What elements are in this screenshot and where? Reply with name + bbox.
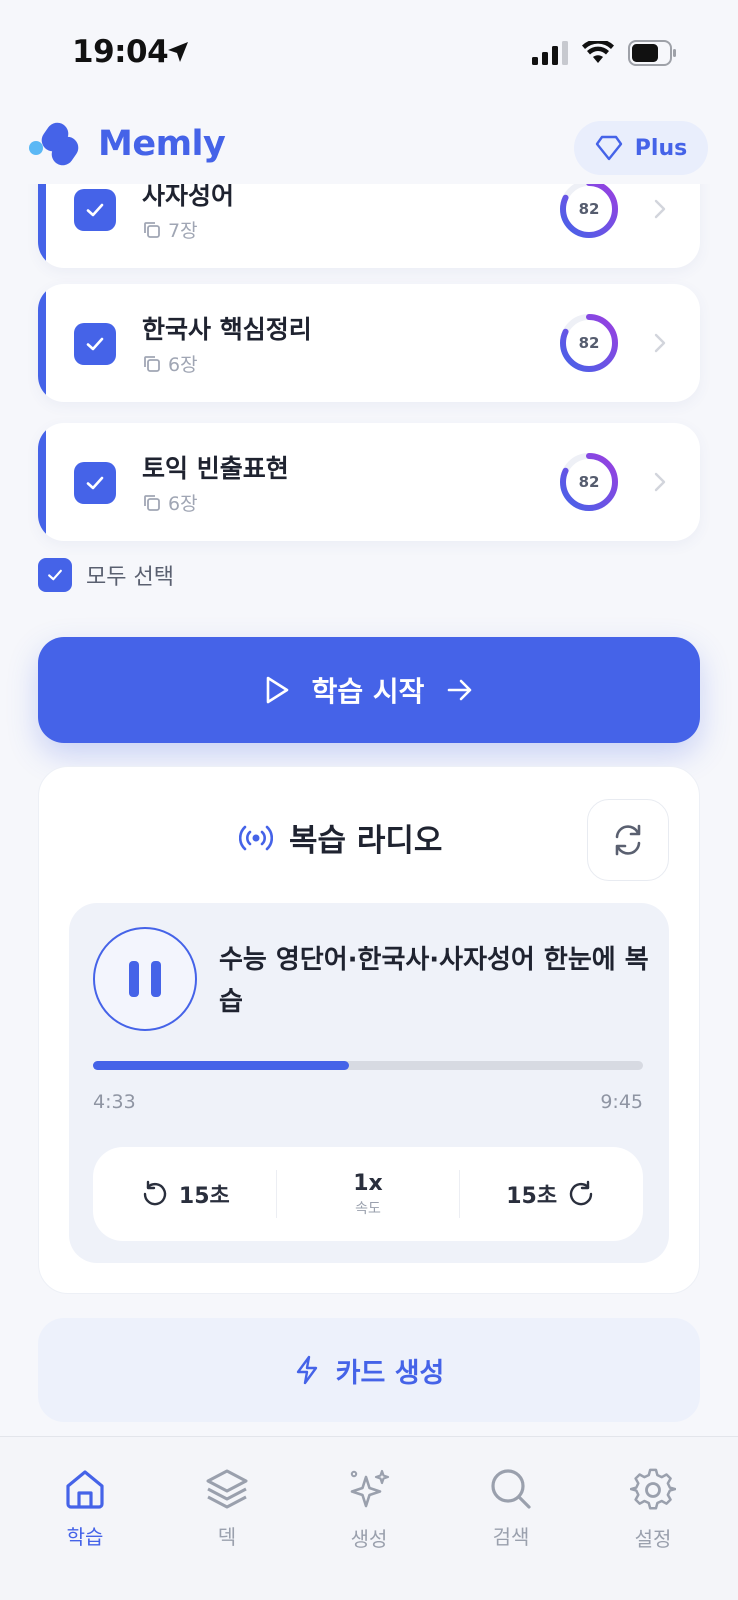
rewind-button[interactable]: 15초 xyxy=(93,1147,276,1241)
deck-title: 토익 빈출표현 xyxy=(142,454,289,483)
radio-title: 복습 라디오 xyxy=(289,823,443,859)
deck-card[interactable]: 한국사 핵심정리 6장 82 xyxy=(38,284,700,402)
progress-fill xyxy=(93,1061,350,1070)
play-icon xyxy=(266,676,288,704)
signal-icon xyxy=(532,41,568,65)
copy-icon xyxy=(144,494,160,511)
copy-icon xyxy=(144,355,160,372)
generate-card-label: 카드 생성 xyxy=(335,1357,445,1389)
review-radio-panel: 복습 라디오 수능 영단어·한국사·사자성어 한눈에 복습 4:33 9:45 xyxy=(38,766,700,1294)
deck-count-label: 7장 xyxy=(168,220,198,242)
status-icons xyxy=(532,40,678,66)
audio-player: 수능 영단어·한국사·사자성어 한눈에 복습 4:33 9:45 15초 1x … xyxy=(69,903,669,1263)
location-arrow-icon xyxy=(168,42,188,62)
check-icon xyxy=(86,476,104,490)
deck-card-count: 6장 xyxy=(142,350,198,377)
total-time: 9:45 xyxy=(600,1091,643,1113)
deck-checkbox[interactable] xyxy=(74,189,116,231)
speed-label: 속도 xyxy=(355,1200,381,1217)
tab-bar: 학습 덱 생성 검색 설정 xyxy=(0,1436,738,1600)
select-all-toggle[interactable]: 모두 선택 xyxy=(38,558,174,592)
tab-settings[interactable]: 설정 xyxy=(593,1437,713,1600)
status-time: 19:04 xyxy=(72,34,169,70)
playback-controls: 15초 1x 속도 15초 xyxy=(93,1147,643,1241)
track-title: 수능 영단어·한국사·사자성어 한눈에 복습 xyxy=(219,945,649,1017)
tab-label: 덱 xyxy=(217,1525,237,1549)
tab-label: 검색 xyxy=(492,1525,530,1549)
select-all-label: 모두 선택 xyxy=(86,565,174,590)
plus-label: Plus xyxy=(634,135,688,161)
deck-title: 한국사 핵심정리 xyxy=(142,315,312,344)
arrow-right-icon xyxy=(448,679,472,701)
deck-card-count: 6장 xyxy=(142,489,198,516)
deck-card-count: 7장 xyxy=(142,216,198,243)
layers-icon xyxy=(206,1469,248,1509)
speed-value: 1x xyxy=(353,1170,383,1196)
logo-text: Memly xyxy=(98,124,226,164)
tab-label: 설정 xyxy=(634,1527,672,1551)
refresh-button[interactable] xyxy=(587,799,669,881)
sparkles-icon xyxy=(350,1469,390,1508)
pause-icon xyxy=(129,961,139,997)
check-icon xyxy=(86,337,104,351)
forward-label: 15초 xyxy=(506,1184,558,1209)
lightning-icon xyxy=(296,1355,317,1385)
tab-search[interactable]: 검색 xyxy=(451,1437,571,1600)
refresh-icon xyxy=(615,824,641,856)
radio-header: 복습 라디오 xyxy=(239,815,442,860)
memly-logo-icon xyxy=(29,122,79,166)
progress-bar[interactable] xyxy=(93,1061,643,1070)
chevron-right-icon xyxy=(654,333,666,353)
tab-deck[interactable]: 덱 xyxy=(167,1437,287,1600)
home-icon xyxy=(66,1470,104,1509)
deck-checkbox[interactable] xyxy=(74,462,116,504)
diamond-icon xyxy=(595,135,622,161)
deck-card[interactable]: 토익 빈출표현 6장 82 xyxy=(38,423,700,541)
deck-count-label: 6장 xyxy=(168,493,198,515)
speed-button[interactable]: 1x 속도 xyxy=(277,1147,460,1241)
rewind-icon xyxy=(143,1180,167,1206)
broadcast-icon xyxy=(239,825,273,850)
forward-button[interactable]: 15초 xyxy=(460,1147,643,1241)
forward-icon xyxy=(569,1180,593,1206)
check-icon xyxy=(48,569,62,581)
tab-study[interactable]: 학습 xyxy=(25,1437,145,1600)
deck-checkbox[interactable] xyxy=(74,323,116,365)
gear-icon xyxy=(630,1468,676,1510)
copy-icon xyxy=(144,221,160,238)
tab-generate[interactable]: 생성 xyxy=(309,1437,429,1600)
deck-count-label: 6장 xyxy=(168,354,198,376)
score-value: 82 xyxy=(578,200,600,218)
app-logo[interactable]: Memly xyxy=(28,118,226,170)
deck-list: 사자성어 7장 82 한국사 핵심정리 6장 82 토익 빈출표현 6장 82 xyxy=(0,150,738,604)
pause-button[interactable] xyxy=(93,927,197,1031)
plus-button[interactable]: Plus xyxy=(574,121,708,175)
start-study-button[interactable]: 학습 시작 xyxy=(38,637,700,743)
start-study-label: 학습 시작 xyxy=(311,675,425,708)
rewind-label: 15초 xyxy=(178,1184,230,1209)
score-value: 82 xyxy=(578,473,600,491)
select-all-checkbox[interactable] xyxy=(38,558,72,592)
wifi-icon xyxy=(582,41,614,63)
search-icon xyxy=(491,1469,531,1509)
battery-icon xyxy=(628,40,676,66)
pause-icon xyxy=(151,961,161,997)
tab-label: 학습 xyxy=(66,1525,104,1549)
generate-card-button[interactable]: 카드 생성 xyxy=(38,1318,700,1422)
current-time: 4:33 xyxy=(93,1091,136,1113)
tab-label: 생성 xyxy=(350,1527,388,1551)
chevron-right-icon xyxy=(654,199,666,219)
score-value: 82 xyxy=(578,334,600,352)
chevron-right-icon xyxy=(654,472,666,492)
check-icon xyxy=(86,203,104,217)
